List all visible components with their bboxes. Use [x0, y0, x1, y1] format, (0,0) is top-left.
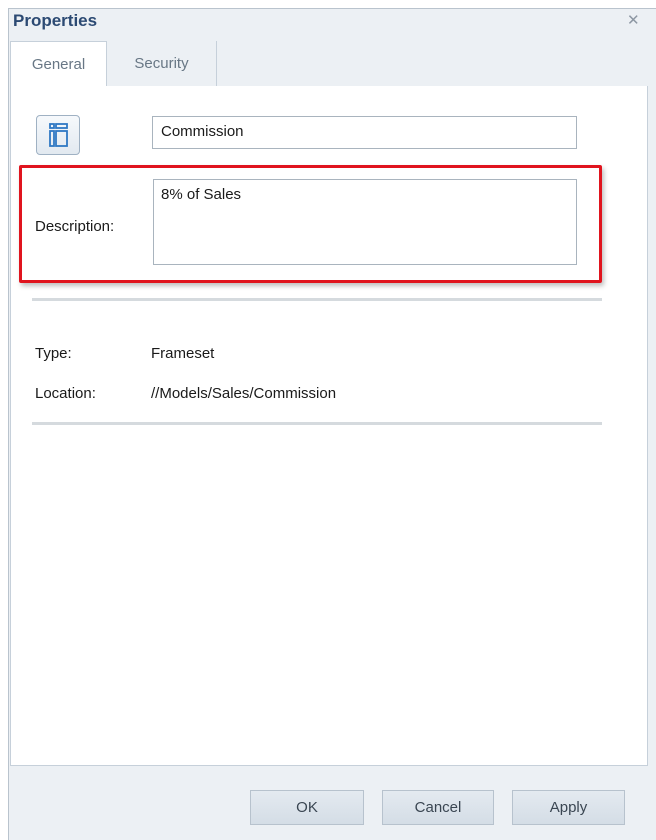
- location-label: Location:: [35, 385, 96, 402]
- apply-button[interactable]: Apply: [512, 790, 625, 825]
- tab-security[interactable]: Security: [107, 41, 217, 86]
- divider: [32, 422, 602, 425]
- divider: [32, 298, 602, 301]
- highlight-box: [19, 165, 602, 283]
- frameset-icon: [36, 115, 80, 155]
- type-label: Type:: [35, 345, 72, 362]
- dialog-title: Properties: [13, 11, 98, 30]
- cancel-button[interactable]: Cancel: [382, 790, 494, 825]
- close-icon[interactable]: ✕: [627, 13, 640, 28]
- name-field[interactable]: Commission: [152, 116, 577, 149]
- ok-button[interactable]: OK: [250, 790, 364, 825]
- location-value: //Models/Sales/Commission: [151, 385, 337, 402]
- tab-strip: General Security: [10, 41, 648, 88]
- tab-general[interactable]: General: [10, 41, 107, 88]
- type-value: Frameset: [151, 345, 215, 362]
